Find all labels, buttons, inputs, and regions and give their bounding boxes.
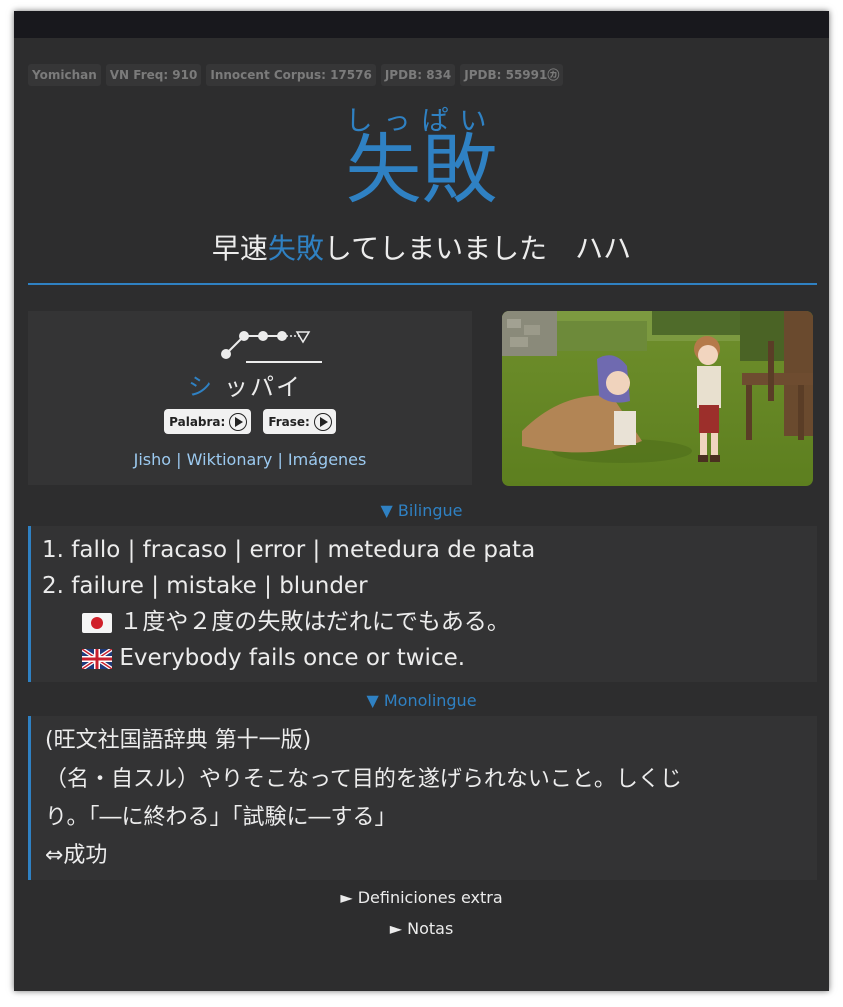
- tag-jpdb-rank: JPDB: 834: [380, 64, 456, 86]
- anime-screenshot[interactable]: [502, 311, 813, 486]
- pitch-overline: [246, 361, 322, 363]
- word-expression: 失敗: [345, 125, 498, 214]
- extra-definitions-toggle[interactable]: ► Definiciones extra: [14, 888, 829, 907]
- sentence-audio-button[interactable]: Frase:: [263, 409, 336, 434]
- pitch-kana-high: ッパイ: [224, 373, 302, 401]
- example-japanese: １度や２度の失敗はだれにでもある。: [82, 604, 510, 640]
- uk-flag-icon: [82, 648, 112, 669]
- wiktionary-link[interactable]: Wiktionary: [187, 450, 273, 469]
- audio-controls: Palabra: Frase:: [28, 409, 472, 434]
- monolingual-definitions: (旺文社国語辞典 第十一版) （名・自スル）やりそこなって目的を遂げられないこと…: [28, 716, 817, 880]
- header-divider: [28, 283, 817, 285]
- play-icon: [313, 412, 332, 431]
- sentence-prefix: 早速: [211, 232, 268, 265]
- definition-2: 2. failure | mistake | blunder: [42, 573, 368, 599]
- link-separator: |: [176, 450, 182, 469]
- notes-toggle[interactable]: ► Notas: [14, 919, 829, 938]
- monolingual-definition-line-1: （名・自スル）やりそこなって目的を遂げられないこと。しくじ: [45, 767, 682, 792]
- word-audio-button[interactable]: Palabra:: [164, 409, 252, 434]
- monolingual-toggle[interactable]: ▼ Monolingue: [14, 691, 829, 710]
- example-sentence: 早速失敗してしまいました ハハ: [14, 229, 829, 269]
- example-japanese-text: １度や２度の失敗はだれにでもある。: [119, 609, 510, 635]
- link-separator: |: [277, 450, 283, 469]
- pitch-accent-graph-icon: [221, 331, 311, 359]
- monolingual-source: (旺文社国語辞典 第十一版): [45, 728, 312, 753]
- definition-1: 1. fallo | fracaso | error | metedura de…: [42, 537, 536, 563]
- tag-jpdb-kana-rank: JPDB: 55991㋕: [460, 64, 564, 86]
- example-english-text: Everybody fails once or twice.: [119, 645, 466, 671]
- pitch-kana-low: シ: [188, 373, 214, 401]
- example-english: Everybody fails once or twice.: [82, 640, 465, 676]
- pitch-kana: シッパイ: [188, 367, 302, 402]
- tag-vn-freq: VN Freq: 910: [105, 64, 202, 86]
- japan-flag-icon: [82, 612, 112, 633]
- sentence-suffix: してしまいました ハハ: [323, 232, 632, 265]
- sentence-target-word: 失敗: [267, 232, 324, 265]
- bilingual-toggle[interactable]: ▼ Bilingue: [14, 501, 829, 520]
- tag-innocent-corpus: Innocent Corpus: 17576: [206, 64, 376, 86]
- monolingual-definition-line-2: り。「―に終わる」「試験に―する」: [45, 805, 397, 830]
- tag-dictionary: Yomichan: [28, 64, 101, 86]
- monolingual-antonym: ⇔成功: [45, 843, 108, 868]
- anki-card-window: Yomichan VN Freq: 910 Innocent Corpus: 1…: [14, 11, 829, 991]
- title-bar: [14, 11, 829, 38]
- sentence-audio-label: Frase:: [268, 414, 310, 429]
- images-link[interactable]: Imágenes: [288, 450, 366, 469]
- play-icon: [229, 412, 248, 431]
- anime-scene-image: [502, 311, 813, 486]
- jisho-link[interactable]: Jisho: [134, 450, 171, 469]
- word-audio-label: Palabra:: [169, 414, 226, 429]
- bilingual-definitions: 1. fallo | fracaso | error | metedura de…: [28, 526, 817, 682]
- dictionary-links: Jisho | Wiktionary | Imágenes: [28, 450, 472, 469]
- frequency-tags: Yomichan VN Freq: 910 Innocent Corpus: 1…: [28, 64, 564, 86]
- pitch-panel: シッパイ Palabra: Frase: Jisho | Wiktionary …: [28, 311, 472, 485]
